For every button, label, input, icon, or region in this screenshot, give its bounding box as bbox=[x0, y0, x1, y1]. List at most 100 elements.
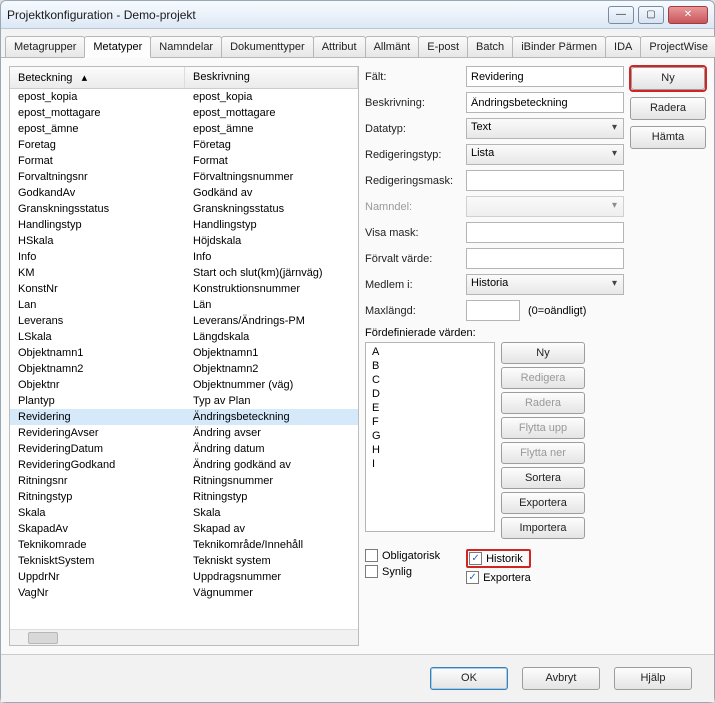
predef-section: Fördefinierade värden: ABCDEFGHI Ny Redi… bbox=[365, 327, 706, 539]
historik-checkbox[interactable]: ✓ bbox=[469, 552, 482, 565]
table-row[interactable]: ForetagFöretag bbox=[10, 137, 358, 153]
exportera-checkbox[interactable]: ✓ bbox=[466, 571, 479, 584]
predef-item[interactable]: E bbox=[366, 401, 494, 415]
predef-ny-button[interactable]: Ny bbox=[501, 342, 585, 364]
table-row[interactable]: PlantypTyp av Plan bbox=[10, 393, 358, 409]
table-row[interactable]: epost_ämneepost_ämne bbox=[10, 121, 358, 137]
table-row[interactable]: UppdrNrUppdragsnummer bbox=[10, 569, 358, 585]
table-row[interactable]: GodkandAvGodkänd av bbox=[10, 185, 358, 201]
cell-beteckning: Forvaltningsnr bbox=[10, 170, 185, 184]
beskrivning-input[interactable] bbox=[466, 92, 624, 113]
historik-check[interactable]: ✓ Historik bbox=[466, 549, 531, 568]
table-row[interactable]: ForvaltningsnrFörvaltningsnummer bbox=[10, 169, 358, 185]
predef-sortera-button[interactable]: Sortera bbox=[501, 467, 585, 489]
table-row[interactable]: RitningstypRitningstyp bbox=[10, 489, 358, 505]
horizontal-scrollbar[interactable] bbox=[10, 629, 358, 645]
tab-metagrupper[interactable]: Metagrupper bbox=[5, 36, 85, 57]
predef-item[interactable]: A bbox=[366, 345, 494, 359]
tab-namndelar[interactable]: Namndelar bbox=[150, 36, 222, 57]
predef-list[interactable]: ABCDEFGHI bbox=[365, 342, 495, 532]
predef-importera-button[interactable]: Importera bbox=[501, 517, 585, 539]
predef-item[interactable]: F bbox=[366, 415, 494, 429]
tab-allmänt[interactable]: Allmänt bbox=[365, 36, 420, 57]
avbryt-button[interactable]: Avbryt bbox=[522, 667, 600, 690]
table-row[interactable]: LanLän bbox=[10, 297, 358, 313]
obligatorisk-check[interactable]: Obligatorisk bbox=[365, 549, 440, 562]
table-row[interactable]: TeknikomradeTeknikområde/Innehåll bbox=[10, 537, 358, 553]
synlig-checkbox[interactable] bbox=[365, 565, 378, 578]
cell-beteckning: Objektnamn1 bbox=[10, 346, 185, 360]
tab-metatyper[interactable]: Metatyper bbox=[84, 36, 151, 58]
minimize-button[interactable]: — bbox=[608, 6, 634, 24]
tab-ibinder-pärmen[interactable]: iBinder Pärmen bbox=[512, 36, 606, 57]
table-row[interactable]: RevideringGodkandÄndring godkänd av bbox=[10, 457, 358, 473]
synlig-check[interactable]: Synlig bbox=[365, 565, 440, 578]
predef-item[interactable]: C bbox=[366, 373, 494, 387]
table-row[interactable]: SkalaSkala bbox=[10, 505, 358, 521]
cell-beteckning: VagNr bbox=[10, 586, 185, 600]
ok-button[interactable]: OK bbox=[430, 667, 508, 690]
datatyp-label: Datatyp: bbox=[365, 123, 460, 135]
table-row[interactable]: InfoInfo bbox=[10, 249, 358, 265]
tab-batch[interactable]: Batch bbox=[467, 36, 513, 57]
medlemi-select[interactable]: Historia bbox=[466, 274, 624, 295]
table-row[interactable]: epost_mottagareepost_mottagare bbox=[10, 105, 358, 121]
table-row[interactable]: GranskningsstatusGranskningsstatus bbox=[10, 201, 358, 217]
predef-item[interactable]: H bbox=[366, 443, 494, 457]
maxlangd-input[interactable] bbox=[466, 300, 520, 321]
close-button[interactable]: ✕ bbox=[668, 6, 708, 24]
tab-attribut[interactable]: Attribut bbox=[313, 36, 366, 57]
redigeringsmask-input[interactable] bbox=[466, 170, 624, 191]
table-row[interactable]: Objektnamn2Objektnamn2 bbox=[10, 361, 358, 377]
col-beskrivning-header[interactable]: Beskrivning bbox=[185, 67, 358, 88]
falt-input[interactable] bbox=[466, 66, 624, 87]
datatyp-select[interactable]: Text bbox=[466, 118, 624, 139]
cell-beteckning: GodkandAv bbox=[10, 186, 185, 200]
table-row[interactable]: HandlingstypHandlingstyp bbox=[10, 217, 358, 233]
content-area: Beteckning ▴ Beskrivning epost_kopiaepos… bbox=[1, 58, 714, 654]
table-row[interactable]: HSkalaHöjdskala bbox=[10, 233, 358, 249]
cell-beskrivning: Typ av Plan bbox=[185, 394, 358, 408]
table-row[interactable]: epost_kopiaepost_kopia bbox=[10, 89, 358, 105]
table-row[interactable]: RevideringDatumÄndring datum bbox=[10, 441, 358, 457]
tab-e-post[interactable]: E-post bbox=[418, 36, 468, 57]
predef-item[interactable]: G bbox=[366, 429, 494, 443]
visamask-input[interactable] bbox=[466, 222, 624, 243]
table-row[interactable]: RevideringÄndringsbeteckning bbox=[10, 409, 358, 425]
predef-item[interactable]: B bbox=[366, 359, 494, 373]
table-row[interactable]: Objektnamn1Objektnamn1 bbox=[10, 345, 358, 361]
predef-exportera-button[interactable]: Exportera bbox=[501, 492, 585, 514]
titlebar[interactable]: Projektkonfiguration - Demo-projekt — ▢ … bbox=[1, 1, 714, 29]
radera-button[interactable]: Radera bbox=[630, 97, 706, 120]
maximize-button[interactable]: ▢ bbox=[638, 6, 664, 24]
tab-dokumenttyper[interactable]: Dokumenttyper bbox=[221, 36, 314, 57]
table-row[interactable]: TeknisktSystemTekniskt system bbox=[10, 553, 358, 569]
table-row[interactable]: LSkalaLängdskala bbox=[10, 329, 358, 345]
table-row[interactable]: KMStart och slut(km)(järnväg) bbox=[10, 265, 358, 281]
list-body[interactable]: epost_kopiaepost_kopiaepost_mottagareepo… bbox=[10, 89, 358, 629]
exportera-check[interactable]: ✓ Exportera bbox=[466, 571, 531, 584]
table-row[interactable]: ObjektnrObjektnummer (väg) bbox=[10, 377, 358, 393]
table-row[interactable]: VagNrVägnummer bbox=[10, 585, 358, 601]
table-row[interactable]: RitningsnrRitningsnummer bbox=[10, 473, 358, 489]
col-beteckning-header[interactable]: Beteckning ▴ bbox=[10, 67, 185, 88]
table-row[interactable]: RevideringAvserÄndring avser bbox=[10, 425, 358, 441]
table-row[interactable]: KonstNrKonstruktionsnummer bbox=[10, 281, 358, 297]
hamta-button[interactable]: Hämta bbox=[630, 126, 706, 149]
redigeringstyp-select[interactable]: Lista bbox=[466, 144, 624, 165]
predef-item[interactable]: D bbox=[366, 387, 494, 401]
list-header: Beteckning ▴ Beskrivning bbox=[10, 67, 358, 89]
predef-item[interactable]: I bbox=[366, 457, 494, 471]
cell-beskrivning: Ändring datum bbox=[185, 442, 358, 456]
cell-beskrivning: Info bbox=[185, 250, 358, 264]
table-row[interactable]: LeveransLeverans/Ändrings-PM bbox=[10, 313, 358, 329]
table-row[interactable]: SkapadAvSkapad av bbox=[10, 521, 358, 537]
hjalp-button[interactable]: Hjälp bbox=[614, 667, 692, 690]
forvalt-input[interactable] bbox=[466, 248, 624, 269]
horizontal-scroll-thumb[interactable] bbox=[28, 632, 58, 644]
tab-ida[interactable]: IDA bbox=[605, 36, 641, 57]
ny-button[interactable]: Ny bbox=[631, 67, 705, 90]
obligatorisk-checkbox[interactable] bbox=[365, 549, 378, 562]
table-row[interactable]: FormatFormat bbox=[10, 153, 358, 169]
tab-projectwise[interactable]: ProjectWise bbox=[640, 36, 715, 57]
